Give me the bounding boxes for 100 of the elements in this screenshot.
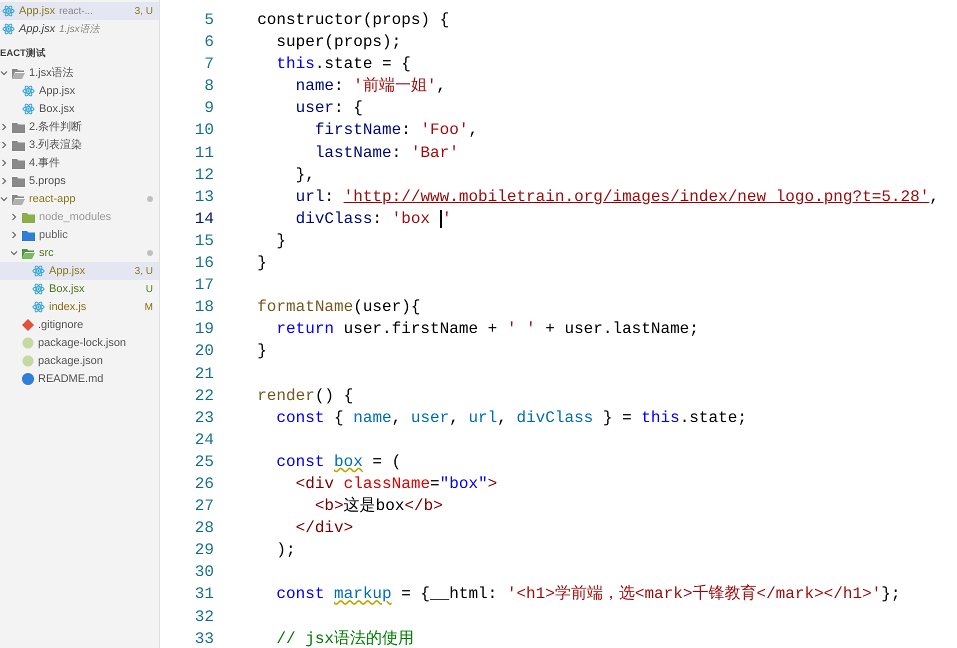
- code-line: );: [275, 541, 296, 560]
- tree-item[interactable]: App.jsx: [0, 82, 159, 100]
- file-name: App.jsx: [39, 84, 76, 99]
- tree-item[interactable]: Box.jsx: [0, 100, 159, 118]
- code-line: const box = (: [275, 452, 402, 471]
- line-number: 15: [194, 230, 215, 252]
- code-line: </div>: [294, 519, 354, 538]
- folder-icon: [12, 122, 25, 132]
- tree-item[interactable]: public: [0, 226, 159, 244]
- code-line: constructor(props) {: [256, 11, 450, 29]
- circle-icon: [22, 337, 34, 349]
- file-name: package-lock.json: [38, 336, 126, 351]
- folder-icon: [12, 68, 25, 78]
- line-number: 18: [194, 297, 215, 318]
- tree-item[interactable]: package.json: [0, 352, 159, 370]
- code-line: name: '前端一姐',: [294, 77, 446, 96]
- file-name: public: [39, 228, 68, 243]
- file-name: 2.条件判断: [29, 120, 82, 135]
- folder-icon: [12, 140, 25, 150]
- line-number: 28: [194, 518, 215, 540]
- code-line: }: [256, 342, 267, 360]
- file-status: M: [144, 300, 153, 314]
- line-number: 13: [194, 186, 215, 208]
- line-number: 27: [194, 496, 215, 518]
- line-number: 9: [203, 98, 215, 120]
- open-editor-item[interactable]: App.jsx react-... 3, U: [0, 2, 159, 20]
- file-name: App.jsx: [19, 22, 56, 37]
- line-number: 11: [194, 142, 215, 164]
- line-number: 17: [194, 275, 215, 296]
- react-icon: [2, 23, 15, 35]
- file-status: U: [146, 282, 153, 296]
- folder-icon: [12, 176, 25, 186]
- file-name: App.jsx: [49, 264, 86, 279]
- open-editor-item[interactable]: App.jsx 1.jsx语法: [0, 20, 159, 38]
- file-name: 3.列表渲染: [29, 138, 82, 153]
- tree-item[interactable]: 1.jsx语法: [0, 64, 159, 82]
- line-number: 33: [194, 628, 215, 648]
- react-icon: [2, 5, 15, 17]
- react-icon: [22, 85, 35, 97]
- tree-item[interactable]: 4.事件: [0, 154, 159, 172]
- line-number: 7: [203, 54, 215, 76]
- tree-item[interactable]: src: [0, 244, 159, 262]
- file-name: Box.jsx: [39, 102, 74, 117]
- code-line: firstName: 'Foo',: [314, 121, 478, 140]
- chevron-right-icon[interactable]: [0, 141, 8, 149]
- line-number: 25: [194, 452, 215, 473]
- line-number: 23: [194, 408, 215, 429]
- folder-icon: [22, 212, 35, 222]
- file-name: node_modules: [39, 210, 112, 225]
- chevron-right-icon[interactable]: [0, 159, 8, 167]
- file-name: index.js: [49, 300, 86, 315]
- tree-item[interactable]: react-app: [0, 190, 159, 208]
- tree-item[interactable]: package-lock.json: [0, 334, 159, 352]
- code-line: <div className="box">: [294, 474, 498, 493]
- tree-item[interactable]: Box.jsx U: [0, 280, 159, 298]
- line-number: 30: [194, 562, 215, 584]
- file-name: Box.jsx: [49, 282, 84, 297]
- line-number: 5: [203, 10, 215, 31]
- file-name: .gitignore: [38, 318, 84, 333]
- circle-icon: [22, 355, 34, 367]
- chevron-down-icon[interactable]: [0, 69, 8, 77]
- chevron-down-icon[interactable]: [0, 195, 8, 203]
- line-number: 19: [194, 319, 215, 340]
- code-line: const { name, user, url, divClass } = this.state;: [275, 408, 747, 427]
- code-line: this.state = {: [275, 55, 411, 74]
- react-icon: [32, 301, 45, 313]
- line-number: 8: [203, 76, 215, 98]
- chevron-down-icon[interactable]: [10, 249, 18, 257]
- line-number: 6: [203, 32, 215, 54]
- tree-item[interactable]: 3.列表渲染: [0, 136, 159, 154]
- code-line: return user.firstName + ' ' + user.lastName;: [275, 320, 699, 338]
- file-status: 3, U: [134, 264, 153, 278]
- line-number: 29: [194, 540, 215, 562]
- tree-item[interactable]: index.js M: [0, 298, 159, 316]
- line-number: 10: [194, 120, 215, 142]
- code-line: lastName: 'Bar': [314, 144, 459, 162]
- chevron-right-icon[interactable]: [0, 123, 8, 131]
- code-line: // jsx语法的使用: [275, 630, 414, 648]
- folder-icon: [12, 194, 25, 204]
- react-icon: [22, 103, 35, 115]
- tree-item[interactable]: App.jsx 3, U: [0, 262, 159, 280]
- file-name: README.md: [38, 372, 104, 387]
- line-number: 16: [194, 253, 215, 274]
- code-line: }: [275, 232, 286, 250]
- file-path: 1.jsx语法: [59, 22, 100, 36]
- line-number: 21: [194, 364, 215, 384]
- folder-icon: [12, 158, 25, 168]
- code-line: },: [294, 166, 315, 184]
- tree-item[interactable]: .gitignore: [0, 316, 159, 334]
- chevron-right-icon[interactable]: [10, 213, 18, 221]
- file-status: 3, U: [134, 4, 153, 18]
- folder-icon: [22, 248, 35, 258]
- code-line: <b>这是box</b>: [314, 497, 443, 516]
- tree-item[interactable]: README.md: [0, 370, 159, 388]
- chevron-right-icon[interactable]: [10, 231, 18, 239]
- chevron-right-icon[interactable]: [0, 177, 8, 185]
- tree-item[interactable]: 2.条件判断: [0, 118, 159, 136]
- tree-item[interactable]: 5.props: [0, 172, 159, 190]
- file-name: 5.props: [29, 174, 66, 189]
- code-line: }: [256, 254, 267, 272]
